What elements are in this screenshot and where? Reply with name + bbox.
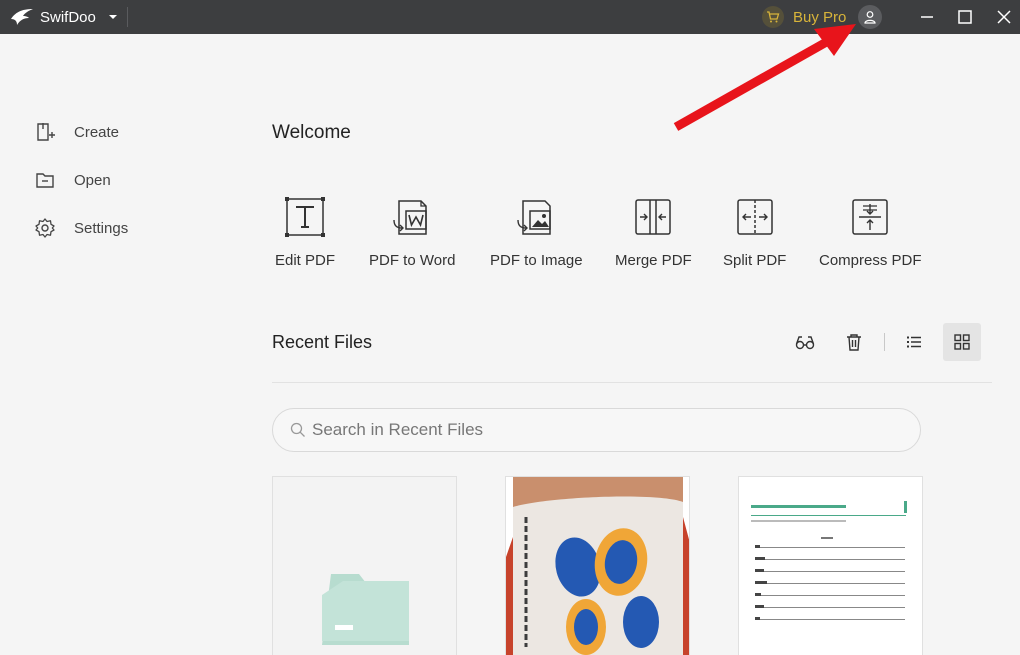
- annotation-arrow: [673, 24, 856, 131]
